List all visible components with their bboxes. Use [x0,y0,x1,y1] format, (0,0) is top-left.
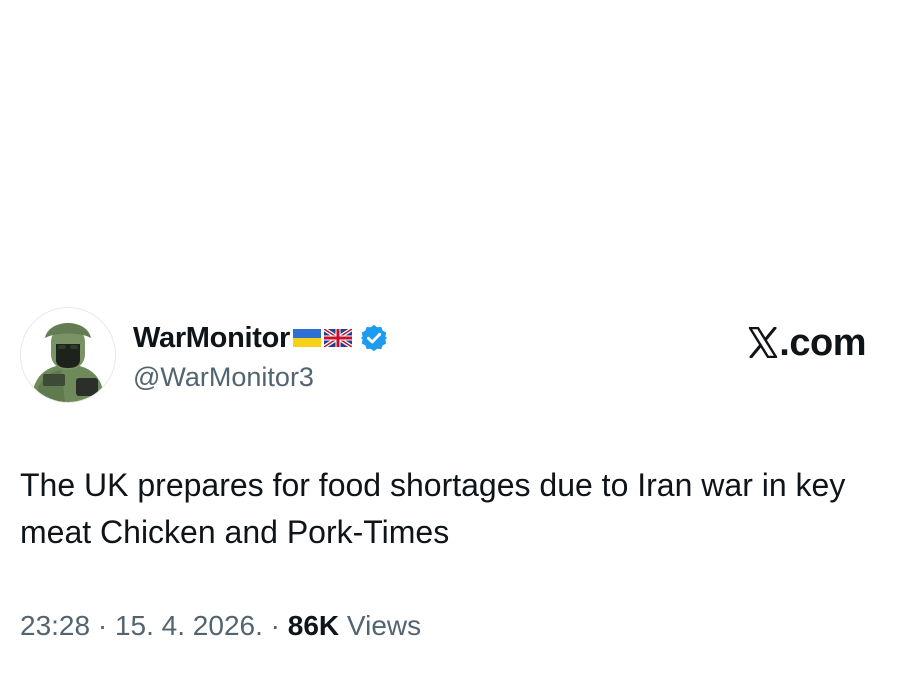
display-name[interactable]: WarMonitor [133,322,290,355]
meta-separator: · [97,610,108,641]
avatar[interactable] [20,307,116,403]
author-name-row[interactable]: WarMonitor [133,318,389,358]
tweet-date[interactable]: 15. 4. 2026. [115,610,263,641]
views-label: Views [346,610,422,641]
views-count[interactable]: 86K [288,610,339,641]
soldier-avatar-icon [21,308,115,402]
tweet-time[interactable]: 23:28 [20,610,90,641]
meta-separator: · [270,610,280,641]
author-handle[interactable]: @WarMonitor3 [133,362,314,393]
flag-ukraine-icon [293,329,322,347]
x-logo-icon [749,327,778,358]
tweet-card: WarMonitor @WarMonitor3 .com The UK prep… [0,0,900,676]
flag-uk-icon [324,329,353,347]
brand-watermark: .com [748,322,866,365]
brand-label: .com [779,322,866,364]
tweet-meta: 23:28 · 15. 4. 2026. · 86K Views [20,610,421,642]
tweet-text: The UK prepares for food shortages due t… [20,467,846,550]
verified-badge-icon[interactable] [359,323,389,353]
